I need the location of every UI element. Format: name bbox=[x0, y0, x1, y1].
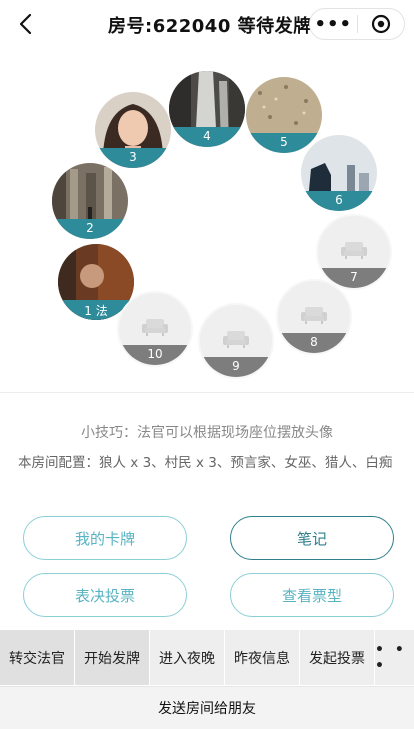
seat-number: 3 bbox=[95, 148, 171, 168]
empty-seat-sofa-icon bbox=[341, 242, 367, 259]
room-config-text: 本房间配置：狼人 x 3、村民 x 3、预言家、女巫、猎人、白痴 bbox=[18, 455, 393, 471]
start-deal-button[interactable]: 开始发牌 bbox=[75, 630, 150, 685]
view-votes-button[interactable]: 查看票型 bbox=[230, 573, 394, 617]
seat-number: 9 bbox=[200, 357, 272, 377]
more-tools-icon[interactable]: • • • bbox=[375, 630, 414, 685]
vote-button[interactable]: 表决投票 bbox=[23, 573, 187, 617]
seat-number: 2 bbox=[52, 219, 128, 239]
game-toolbar: 转交法官 开始发牌 进入夜晚 昨夜信息 发起投票 • • • bbox=[0, 630, 414, 685]
seat-7[interactable]: 7 bbox=[316, 214, 392, 290]
seat-8[interactable]: 8 bbox=[276, 279, 352, 355]
seat-number: 6 bbox=[301, 191, 377, 211]
start-vote-button[interactable]: 发起投票 bbox=[300, 630, 375, 685]
share-room-button[interactable]: 发送房间给朋友 bbox=[0, 686, 414, 729]
seat-10[interactable]: 10 bbox=[117, 291, 193, 367]
nav-bar: 房号:622040 等待发牌 ••• bbox=[0, 0, 414, 50]
seat-3[interactable]: 3 bbox=[95, 92, 171, 168]
empty-seat-sofa-icon bbox=[223, 331, 249, 348]
my-card-button[interactable]: 我的卡牌 bbox=[23, 516, 187, 560]
last-night-info-button[interactable]: 昨夜信息 bbox=[225, 630, 300, 685]
enter-night-button[interactable]: 进入夜晚 bbox=[150, 630, 225, 685]
more-menu-icon[interactable]: ••• bbox=[310, 9, 357, 39]
seat-4[interactable]: 4 bbox=[169, 71, 245, 147]
back-arrow-icon[interactable] bbox=[14, 12, 38, 36]
page-title: 房号:622040 等待发牌 bbox=[108, 16, 312, 37]
section-divider bbox=[0, 392, 414, 393]
seat-6[interactable]: 6 bbox=[301, 135, 377, 211]
tip-text: 小技巧：法官可以根据现场座位摆放头像 bbox=[81, 425, 333, 441]
seat-2[interactable]: 2 bbox=[52, 163, 128, 239]
seat-number: 8 bbox=[278, 333, 350, 353]
seat-number: 10 bbox=[119, 345, 191, 365]
mini-program-capsule: ••• bbox=[309, 8, 405, 40]
empty-seat-sofa-icon bbox=[301, 307, 327, 324]
seat-number: 4 bbox=[169, 127, 245, 147]
notes-button[interactable]: 笔记 bbox=[230, 516, 394, 560]
seat-9[interactable]: 9 bbox=[198, 303, 274, 379]
empty-seat-sofa-icon bbox=[142, 319, 168, 336]
transfer-judge-button[interactable]: 转交法官 bbox=[0, 630, 75, 685]
close-miniprogram-icon[interactable] bbox=[357, 9, 404, 39]
